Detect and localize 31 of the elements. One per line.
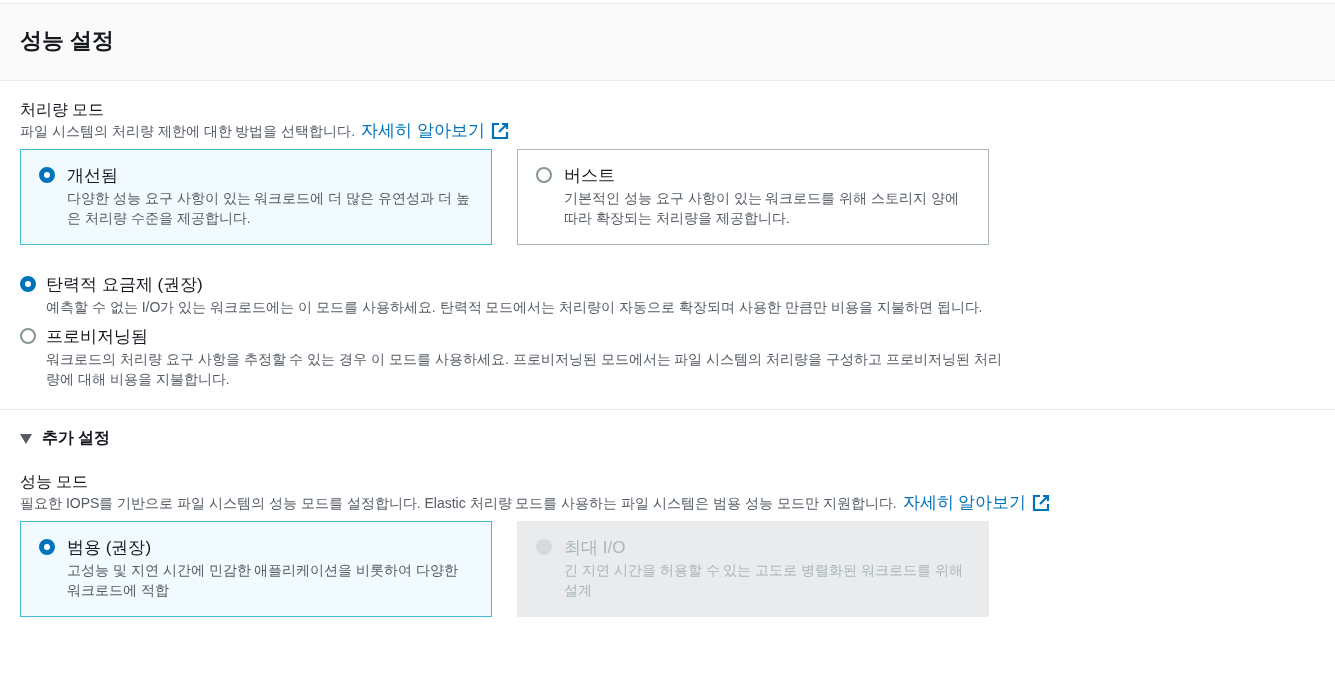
option-label: 탄력적 요금제 (권장) [46, 274, 204, 296]
option-label: 프로비저닝됨 [46, 326, 149, 348]
radio-button[interactable] [39, 167, 55, 183]
option-tile[interactable]: 범용 (권장) 고성능 및 지연 시간에 민감한 애플리케이션을 비롯하여 다양한 워크로드에 적합 [20, 521, 492, 617]
external-link-icon [490, 122, 509, 140]
field-description: 파일 시스템의 처리량 제한에 대한 방법을 선택합니다. [20, 122, 356, 141]
option-label: 범용 (권장) [67, 537, 153, 559]
radio-button[interactable] [536, 167, 552, 183]
panel-title: 성능 설정 [20, 27, 116, 55]
option-label: 최대 I/O [564, 537, 627, 559]
field-description: 필요한 IOPS를 기반으로 파일 시스템의 성능 모드를 설정합니다. Elastic 처리량 모드를 사용하는 파일 시스템은 범용 성능 모드만 지원합니다. [20, 494, 897, 513]
learn-more-link[interactable]: 자세히 알아보기 [361, 121, 485, 141]
option-tile[interactable]: 버스트 기본적인 성능 요구 사항이 있는 워크로드를 위해 스토리지 양에 따라 확장되는 처리량을 제공합니다. [517, 149, 989, 245]
option-description: 기본적인 성능 요구 사항이 있는 워크로드를 위해 스토리지 양에 따라 확장되는 처리량을 제공합니다. [564, 189, 961, 228]
option-description: 워크로드의 처리량 요구 사항을 추정할 수 있는 경우 이 모드를 사용하세요. 프로비저닝된 모드에서는 파일 시스템의 처리량을 구성하고 프로비저닝된 처리량에 대해 비용을 지불합니다. [46, 350, 1003, 389]
radio-button[interactable] [20, 276, 36, 292]
option-tile[interactable]: 개선됨 다양한 성능 요구 사항이 있는 워크로드에 더 많은 유연성과 더 높은 처리량 수준을 제공합니다. [20, 149, 492, 245]
field-label: 처리량 모드 [20, 100, 106, 120]
learn-more-link[interactable]: 자세히 알아보기 [902, 493, 1027, 513]
radio-button[interactable] [39, 539, 55, 555]
option-description: 긴 지연 시간을 허용할 수 있는 고도로 병렬화된 워크로드를 위해 설계 [564, 561, 964, 600]
option-description: 고성능 및 지연 시간에 민감한 애플리케이션을 비롯하여 다양한 워크로드에 적합 [67, 561, 460, 600]
field-label: 성능 모드 [20, 472, 90, 492]
option-description: 예측할 수 없는 I/O가 있는 워크로드에는 이 모드를 사용하세요. 탄력적 모드에서는 처리량이 자동으로 확장되며 사용한 만큼만 비용을 지불하면 됩니다. [46, 298, 983, 317]
option-label: 개선됨 [67, 165, 119, 187]
caret-icon [20, 433, 32, 444]
option-description: 다양한 성능 요구 사항이 있는 워크로드에 더 많은 유연성과 더 높은 처리량 수준을 제공합니다. [67, 189, 471, 228]
external-link-icon [1032, 494, 1051, 512]
option-label: 버스트 [564, 165, 616, 187]
expander-toggle[interactable]: 추가 설정 [20, 428, 1315, 449]
radio-button[interactable] [20, 328, 36, 344]
